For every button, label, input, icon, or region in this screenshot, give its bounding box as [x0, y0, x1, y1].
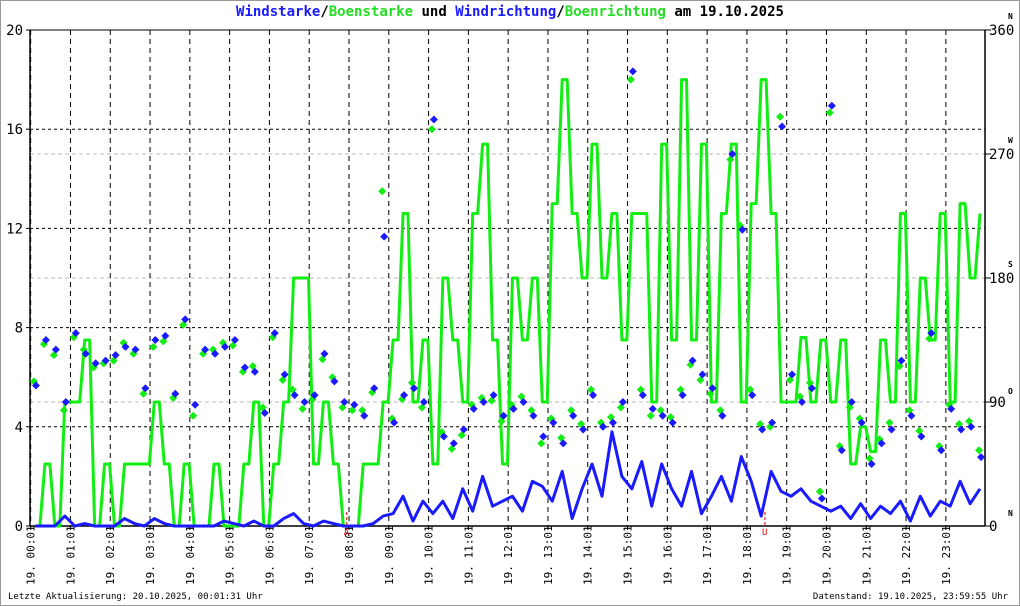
- x-tick-label: 19. 11:01: [462, 525, 475, 585]
- gust-direction-point: [378, 187, 387, 196]
- gust-direction-point: [626, 75, 635, 84]
- gust-direction-point: [189, 411, 198, 420]
- x-tick-label: 19. 02:01: [104, 525, 117, 585]
- gust-direction-point: [885, 418, 894, 427]
- wind-chart: 19. 00:01 19. 01:01 19. 02:01 19. 03:01 19. …: [6, 12, 1014, 585]
- x-tick-label: 19. 18:01: [741, 525, 754, 585]
- gust-direction-point: [149, 342, 158, 351]
- left-tick-label: 8: [15, 321, 23, 337]
- wind-direction-point: [648, 404, 657, 413]
- gust-direction-point: [59, 406, 68, 415]
- direction-letter: W: [1008, 136, 1013, 145]
- x-tick-label: 19. 03:01: [144, 525, 157, 585]
- wind-direction-point: [61, 398, 70, 406]
- left-tick-label: 4: [15, 420, 23, 436]
- x-tick-label: 19. 13:01: [542, 525, 555, 585]
- x-tick-label: 19. 00:01: [25, 525, 38, 585]
- x-tick-label: 19. 22:01: [900, 525, 913, 585]
- wind-direction-point: [817, 494, 826, 503]
- wind-direction-point: [380, 232, 389, 241]
- gust-direction-point: [427, 125, 436, 134]
- x-tick-label: 19. 04:01: [184, 525, 197, 585]
- gust-direction-point: [975, 446, 984, 455]
- x-tick-label: 19. 06:01: [263, 525, 276, 585]
- x-tick-label: 19. 15:01: [622, 525, 635, 585]
- right-tick-label: 180: [989, 271, 1014, 287]
- left-tick-label: 12: [6, 221, 23, 237]
- x-tick-label: 19. 12:01: [502, 525, 515, 585]
- last-update: Letzte Aktualisierung: 20.10.2025, 00:01…: [8, 592, 263, 602]
- wind-direction-point: [628, 67, 637, 76]
- x-tick-label: 19. 01:01: [64, 525, 77, 585]
- gust-direction-point: [776, 112, 785, 121]
- gust-direction-point: [646, 411, 655, 420]
- x-tick-label: 19. 09:01: [383, 525, 396, 585]
- wind-direction-point: [977, 453, 986, 462]
- right-tick-label: 360: [989, 23, 1014, 39]
- sunset-label: U: [762, 528, 767, 538]
- wind-direction-point: [539, 432, 548, 441]
- x-tick-label: 19. 10:01: [423, 525, 436, 585]
- x-tick-label: 19. 14:01: [582, 525, 595, 585]
- direction-letter: O: [1008, 387, 1013, 396]
- direction-letter: N: [1008, 12, 1013, 21]
- x-tick-label: 19. 21:01: [860, 525, 873, 585]
- gust-direction-point: [825, 108, 834, 117]
- right-tick-label: 0: [989, 519, 997, 535]
- x-tick-label: 19. 07:01: [303, 525, 316, 585]
- wind-direction-point: [300, 398, 309, 406]
- direction-letter: N: [1008, 509, 1013, 518]
- wind-direction-point: [827, 101, 836, 110]
- wind-direction-point: [778, 122, 787, 131]
- gust-direction-point: [298, 404, 307, 413]
- x-tick-label: 19. 23:01: [940, 525, 953, 585]
- gust-direction-point: [537, 439, 546, 448]
- right-tick-label: 90: [989, 395, 1006, 411]
- x-tick-label: 19. 16:01: [661, 525, 674, 585]
- direction-letter: S: [1008, 260, 1013, 269]
- right-tick-label: 270: [989, 147, 1014, 163]
- data-status: Datenstand: 19.10.2025, 23:59:55 Uhr: [812, 592, 1008, 602]
- gust-direction-point: [815, 487, 824, 496]
- wind-direction-point: [429, 115, 438, 124]
- wind-direction-point: [151, 336, 160, 344]
- left-tick-label: 16: [6, 122, 23, 138]
- gust-speed-line: [34, 78, 982, 528]
- x-tick-label: 19. 19:01: [781, 525, 794, 585]
- left-tick-label: 0: [15, 519, 23, 535]
- left-tick-label: 20: [6, 23, 23, 39]
- sunrise-label: A: [344, 528, 350, 538]
- x-tick-label: 19. 17:01: [701, 525, 714, 585]
- x-tick-label: 19. 20:01: [820, 525, 833, 585]
- x-tick-label: 19. 05:01: [224, 525, 237, 585]
